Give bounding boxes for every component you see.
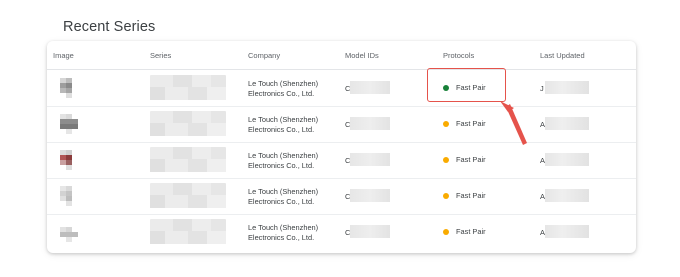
protocol-status: Fast Pair	[443, 227, 486, 236]
series-thumbnail	[60, 114, 78, 134]
column-header-series[interactable]: Series	[150, 51, 171, 60]
last-updated-redacted	[545, 189, 589, 202]
series-name-redacted[interactable]	[150, 147, 226, 172]
section-title: Recent Series	[63, 19, 156, 35]
last-updated-redacted	[545, 81, 589, 94]
series-name-redacted[interactable]	[150, 111, 226, 136]
model-id-redacted	[350, 189, 390, 202]
last-updated-redacted	[545, 117, 589, 130]
company-name: Le Touch (Shenzhen) Electronics Co., Ltd…	[248, 151, 319, 170]
model-id-redacted	[350, 225, 390, 238]
recent-series-table: Image Series Company Model IDs Protocols…	[47, 41, 636, 253]
column-header-image[interactable]: Image	[53, 51, 74, 60]
column-header-last-updated[interactable]: Last Updated	[540, 51, 585, 60]
series-name-redacted[interactable]	[150, 75, 226, 100]
last-updated-text: J	[540, 84, 544, 93]
table-row[interactable]: Le Touch (Shenzhen) Electronics Co., Ltd…	[47, 178, 636, 215]
table-row[interactable]: Le Touch (Shenzhen) Electronics Co., Ltd…	[47, 142, 636, 179]
table-row[interactable]: Le Touch (Shenzhen) Electronics Co., Ltd…	[47, 70, 636, 107]
company-name: Le Touch (Shenzhen) Electronics Co., Ltd…	[248, 223, 319, 242]
column-header-protocols[interactable]: Protocols	[443, 51, 474, 60]
series-name-redacted[interactable]	[150, 219, 226, 244]
status-dot-icon	[443, 156, 449, 163]
table-row[interactable]: Le Touch (Shenzhen) Electronics Co., Ltd…	[47, 214, 636, 250]
company-name: Le Touch (Shenzhen) Electronics Co., Ltd…	[248, 115, 319, 134]
status-dot-icon	[443, 120, 449, 127]
table-header: Image Series Company Model IDs Protocols…	[47, 41, 636, 70]
status-dot-icon	[443, 192, 449, 199]
series-thumbnail	[60, 222, 78, 242]
status-dot-icon	[443, 228, 449, 235]
protocol-status: Fast Pair	[443, 119, 486, 128]
table-row[interactable]: Le Touch (Shenzhen) Electronics Co., Ltd…	[47, 106, 636, 143]
series-thumbnail	[60, 150, 78, 170]
company-name: Le Touch (Shenzhen) Electronics Co., Ltd…	[248, 79, 319, 98]
last-updated-redacted	[545, 225, 589, 238]
protocol-status: Fast Pair	[443, 155, 486, 164]
series-name-redacted[interactable]	[150, 183, 226, 208]
column-header-company[interactable]: Company	[248, 51, 280, 60]
series-thumbnail	[60, 186, 78, 206]
last-updated-redacted	[545, 153, 589, 166]
company-name: Le Touch (Shenzhen) Electronics Co., Ltd…	[248, 187, 319, 206]
model-id-redacted	[350, 153, 390, 166]
protocol-status: Fast Pair	[443, 191, 486, 200]
series-thumbnail	[60, 78, 78, 98]
model-id-redacted	[350, 117, 390, 130]
column-header-model-ids[interactable]: Model IDs	[345, 51, 379, 60]
protocol-highlight-box	[427, 68, 506, 102]
model-id-redacted	[350, 81, 390, 94]
